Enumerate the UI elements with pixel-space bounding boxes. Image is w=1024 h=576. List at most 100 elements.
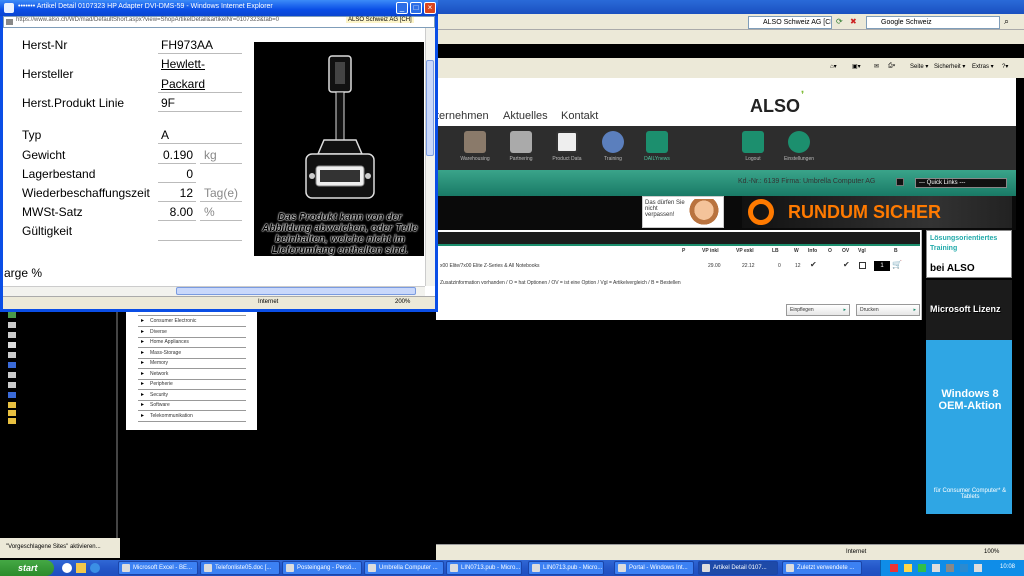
compare-checkbox[interactable]	[859, 262, 866, 269]
quantity-input[interactable]: 1	[874, 261, 890, 271]
microsoft-ad[interactable]: Microsoft Lizenz	[926, 280, 1012, 340]
popup-cert-label[interactable]: ALSO Schweiz AG [CH]	[346, 17, 414, 23]
search-input[interactable]: Google Schweiz	[866, 16, 1000, 29]
wbz-label: Wiederbeschaffungszeit	[22, 186, 150, 200]
wbz-value: 12	[158, 186, 196, 202]
status-zoom[interactable]: 100%	[984, 549, 999, 555]
security-menu[interactable]: Sicherheit ▾	[934, 63, 965, 70]
promo-text: Das dürfen Sie nicht verpassen!	[645, 200, 685, 218]
settings-gear-icon[interactable]	[788, 131, 810, 153]
category-item[interactable]: Peripherie	[138, 380, 246, 390]
training-icon[interactable]	[602, 131, 624, 153]
home-icon[interactable]: ⌂▾	[830, 63, 837, 70]
hersteller-link-line2[interactable]: Packard	[161, 77, 205, 91]
tray-icon[interactable]	[946, 564, 954, 572]
taskbar-item-active[interactable]: Artikel Detail 0107...	[698, 561, 778, 575]
favorite-icon[interactable]	[8, 312, 16, 318]
info-check-icon: ✔	[810, 260, 817, 269]
category-item[interactable]: Security	[138, 391, 246, 401]
col-header-lb: LB	[772, 248, 779, 254]
clock[interactable]: 10:08	[1000, 564, 1015, 570]
customer-info: Kd.-Nr.: 6139 Firma: Umbrella Computer A…	[738, 178, 876, 185]
minimize-button[interactable]: _	[396, 2, 408, 14]
quicklaunch-icon[interactable]	[90, 563, 100, 573]
print-button[interactable]: Drucken ▸	[856, 304, 920, 316]
category-item[interactable]: Memory	[138, 359, 246, 369]
training-ad[interactable]: Lösungsorientiertes Training bei ALSO	[926, 230, 1012, 278]
favorite-icon[interactable]	[8, 372, 16, 378]
taskbar-item[interactable]: Zuletzt verwendete ...	[782, 561, 862, 575]
help-icon[interactable]: ?▾	[1002, 63, 1008, 70]
category-item[interactable]: Telekommunikation	[138, 412, 246, 422]
taskbar-item[interactable]: LIN0713.pub - Micro...	[528, 561, 604, 575]
taskbar-item[interactable]: Umbrella Computer ...	[364, 561, 444, 575]
product-data-icon[interactable]	[556, 131, 578, 153]
popup-horizontal-scroll-thumb[interactable]	[176, 287, 416, 295]
quick-links-select[interactable]: --- Quick Links ---	[915, 178, 1007, 188]
folder-icon[interactable]	[8, 418, 16, 424]
category-item[interactable]: Diverse	[138, 328, 246, 338]
hersteller-link-line1[interactable]: Hewlett-	[161, 57, 205, 71]
start-button[interactable]: start	[0, 560, 54, 576]
tray-icon[interactable]	[960, 564, 968, 572]
page-icon	[6, 19, 13, 25]
menu-aktuelles[interactable]: Aktuelles	[503, 110, 548, 122]
category-item[interactable]: Mass-Storage	[138, 349, 246, 359]
quicklaunch-icon[interactable]	[62, 563, 72, 573]
cart-icon[interactable]: 🛒	[892, 260, 902, 269]
quicklaunch-icon[interactable]	[76, 563, 86, 573]
popup-status-zoom[interactable]: 200%	[395, 299, 410, 305]
category-item[interactable]: Consumer Electronic	[138, 317, 246, 327]
print-icon[interactable]: ⎙▾	[888, 63, 895, 70]
warehousing-icon[interactable]	[464, 131, 486, 153]
category-item[interactable]: Network	[138, 370, 246, 380]
favorite-icon[interactable]	[8, 332, 16, 338]
promo-banner-small[interactable]: Das dürfen Sie nicht verpassen!	[642, 196, 724, 228]
popup-url[interactable]: https://www.also.ch/WD/mad/DefaultShort.…	[16, 17, 279, 23]
suggested-sites-bar[interactable]: "Vorgeschlagene Sites" aktivieren...	[0, 538, 120, 558]
menu-unternehmen[interactable]: ternehmen	[436, 110, 489, 122]
cert-tab[interactable]: ALSO Schweiz AG [CH]	[748, 16, 832, 29]
popup-vertical-scroll-thumb[interactable]	[426, 60, 434, 156]
favorite-icon[interactable]	[8, 352, 16, 358]
refresh-icon[interactable]: ⟳	[836, 17, 843, 26]
page-menu[interactable]: Seite ▾	[910, 63, 928, 70]
favorite-icon[interactable]	[8, 392, 16, 398]
volume-icon[interactable]	[974, 564, 982, 572]
windows8-ad[interactable]: Windows 8 OEM-Aktion für Consumer Comput…	[926, 340, 1012, 514]
also-logo[interactable]: ALSO	[750, 96, 800, 117]
favorite-icon[interactable]	[8, 382, 16, 388]
tray-icon[interactable]	[890, 564, 898, 572]
taskbar-item[interactable]: Portal - Windows Int...	[614, 561, 694, 575]
taskbar-item[interactable]: LIN0713.pub - Micro...	[446, 561, 522, 575]
mail-icon[interactable]: ✉	[874, 63, 879, 70]
tray-icon[interactable]	[918, 564, 926, 572]
folder-icon[interactable]	[8, 410, 16, 416]
taskbar-item[interactable]: Microsoft Excel - BE...	[118, 561, 198, 575]
menu-kontakt[interactable]: Kontakt	[561, 110, 598, 122]
partnering-icon[interactable]	[510, 131, 532, 153]
taskbar-item[interactable]: Telefonliste05.doc [...	[200, 561, 280, 575]
tray-icon[interactable]	[932, 564, 940, 572]
favorite-icon[interactable]	[8, 362, 16, 368]
taskbar-item[interactable]: Posteingang - Persö...	[282, 561, 362, 575]
tray-icon[interactable]	[904, 564, 912, 572]
close-button[interactable]: ×	[424, 2, 436, 14]
extras-menu[interactable]: Extras ▾	[972, 63, 994, 70]
col-header-vp-inkl: VP inkl	[702, 248, 719, 254]
gewicht-value: 0.190	[158, 148, 196, 164]
feeds-icon[interactable]: ▣▾	[852, 63, 861, 70]
category-item[interactable]: Home Appliances	[138, 338, 246, 348]
dailynews-icon[interactable]	[646, 131, 668, 153]
logout-icon[interactable]	[742, 131, 764, 153]
einpflegen-button[interactable]: Einpflegen ▸	[786, 304, 850, 316]
category-item[interactable]: Software	[138, 401, 246, 411]
favorite-icon[interactable]	[8, 322, 16, 328]
promo-banner-rundum[interactable]: RUNDUM SICHER	[742, 196, 1012, 228]
search-icon[interactable]: ⌕	[1004, 16, 1009, 27]
maximize-button[interactable]: □	[410, 2, 422, 14]
stop-icon[interactable]: ✖	[850, 17, 857, 26]
folder-icon[interactable]	[8, 402, 16, 408]
row-article-name[interactable]: x00 Elite/7x00 Elite Z-Series & All Note…	[440, 263, 540, 269]
favorite-icon[interactable]	[8, 342, 16, 348]
